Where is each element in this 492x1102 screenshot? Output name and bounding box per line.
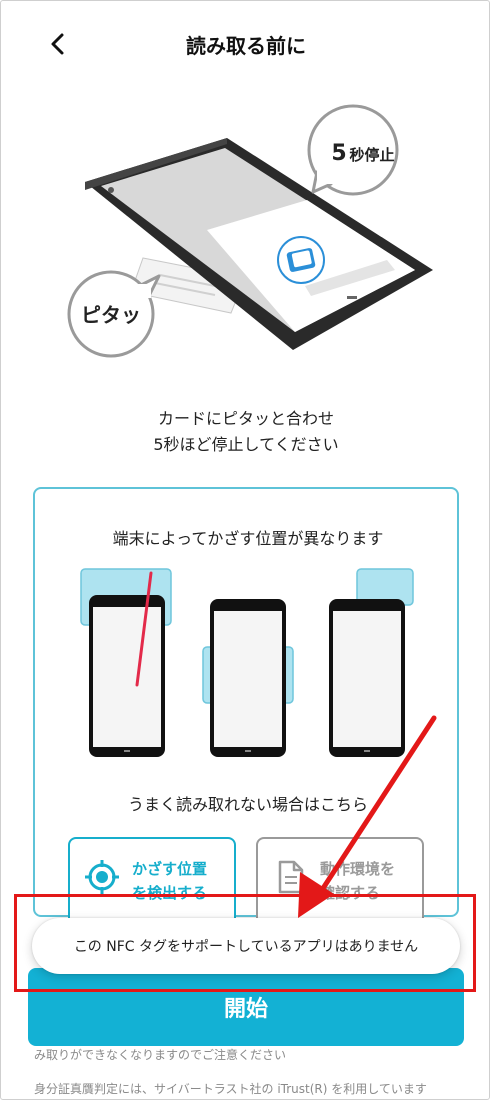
instructions: カードにピタッと合わせ 5秒ほど停止してください bbox=[0, 406, 492, 458]
start-button[interactable]: 開始 bbox=[28, 968, 464, 1046]
phone-top-zone bbox=[80, 568, 172, 757]
stop-bubble: 5 秒停止 bbox=[307, 104, 399, 196]
crosshair-icon bbox=[85, 860, 119, 894]
trouble-text: うまく読み取れない場合はこちら bbox=[127, 795, 368, 814]
itrust-note: 身分証真贋判定には、サイバートラスト社の iTrust(R) を利用しています bbox=[34, 1082, 427, 1096]
detect-line-2: を検出する bbox=[132, 884, 208, 902]
detect-position-label: かざす位置 を検出する bbox=[132, 857, 232, 905]
check-environment-label: 動作環境を 確認する bbox=[320, 857, 420, 905]
tap-bubble: ピタッ bbox=[67, 270, 161, 358]
panel-title: 端末によってかざす位置が異なります bbox=[112, 529, 384, 548]
env-line-1: 動作環境を bbox=[320, 860, 396, 878]
stop-label: 秒停止 bbox=[349, 146, 394, 164]
hero-illustration: 5 秒停止 ピタッ bbox=[55, 100, 445, 370]
env-line-2: 確認する bbox=[320, 884, 381, 902]
stop-number: 5 bbox=[331, 141, 346, 166]
check-environment-button[interactable]: 動作環境を 確認する bbox=[256, 837, 424, 927]
instruction-line-2: 5秒ほど停止してください bbox=[153, 435, 339, 454]
page-title: 読み取る前に bbox=[186, 34, 306, 58]
detect-position-button[interactable]: かざす位置 を検出する bbox=[68, 837, 236, 927]
document-icon bbox=[278, 860, 304, 894]
detect-line-1: かざす位置 bbox=[132, 860, 208, 878]
phone-middle-zone bbox=[202, 599, 294, 757]
toast-message: この NFC タグをサポートしているアプリはありません bbox=[32, 918, 460, 974]
tap-label: ピタッ bbox=[81, 303, 141, 327]
nfc-position-panel: 端末によってかざす位置が異なります うまく読み取れない場合はこちら かざす位置 … bbox=[33, 487, 459, 927]
header: 読み取る前に bbox=[0, 0, 492, 90]
phone-positions-illustration bbox=[75, 567, 421, 762]
instruction-line-1: カードにピタッと合わせ bbox=[157, 409, 334, 428]
phone-top-right-zone bbox=[329, 568, 414, 757]
warning-note: み取りができなくなりますのでご注意ください bbox=[34, 1048, 287, 1062]
